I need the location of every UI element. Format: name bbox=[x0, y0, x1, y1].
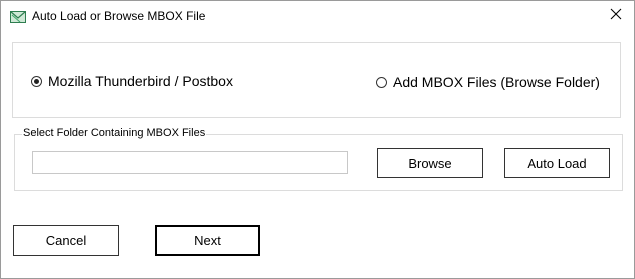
radio-thunderbird-postbox[interactable]: Mozilla Thunderbird / Postbox bbox=[31, 73, 233, 89]
close-button[interactable] bbox=[603, 4, 629, 28]
close-icon bbox=[610, 7, 622, 25]
folder-group-legend: Select Folder Containing MBOX Files bbox=[22, 127, 207, 140]
radio-label-add-mbox: Add MBOX Files (Browse Folder) bbox=[393, 74, 600, 90]
radio-selected-indicator bbox=[31, 75, 42, 87]
auto-load-button[interactable]: Auto Load bbox=[504, 148, 610, 178]
title-bar[interactable]: Auto Load or Browse MBOX File bbox=[1, 1, 634, 32]
folder-path-input[interactable] bbox=[32, 151, 348, 174]
dialog-window: Auto Load or Browse MBOX File Mozilla Th… bbox=[0, 0, 635, 279]
green-envelope-icon bbox=[10, 10, 26, 23]
next-button[interactable]: Next bbox=[155, 225, 260, 256]
cancel-button[interactable]: Cancel bbox=[13, 225, 119, 256]
window-title: Auto Load or Browse MBOX File bbox=[32, 9, 206, 23]
radio-unselected-indicator bbox=[376, 76, 387, 88]
radio-label-thunderbird: Mozilla Thunderbird / Postbox bbox=[48, 73, 233, 89]
radio-add-mbox-files[interactable]: Add MBOX Files (Browse Folder) bbox=[376, 74, 600, 90]
browse-button[interactable]: Browse bbox=[377, 148, 483, 178]
